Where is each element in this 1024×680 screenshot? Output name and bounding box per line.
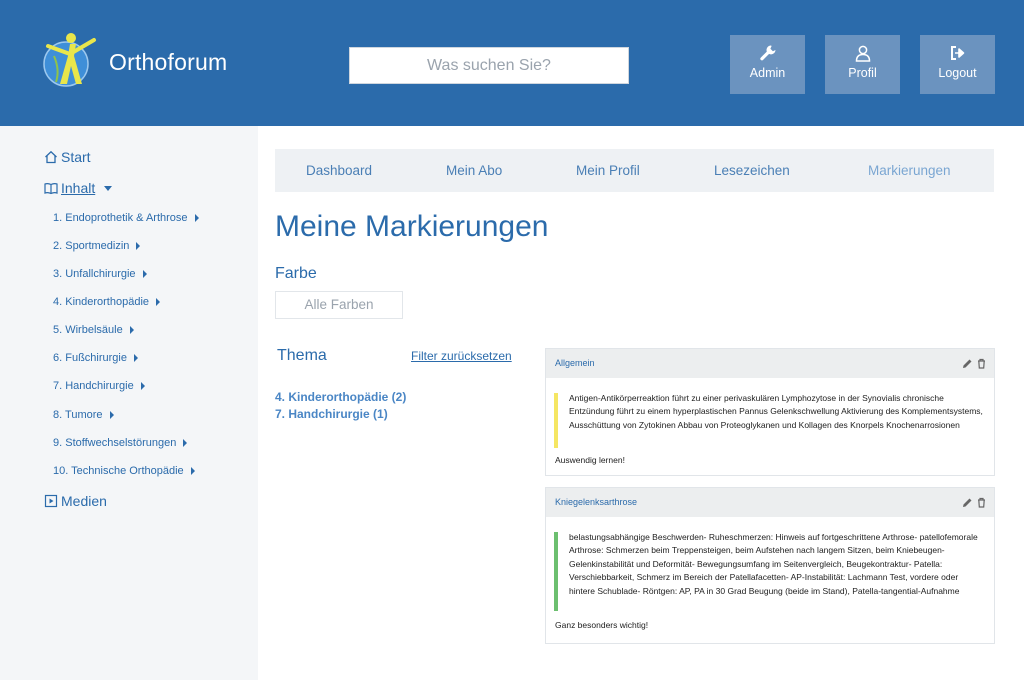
trash-icon[interactable] (976, 358, 987, 369)
sidebar-item-label: 10. Technische Orthopädie (53, 465, 184, 477)
highlight-color-bar (554, 532, 558, 611)
highlight-card: Allgemein Antigen-Antikörperreaktion füh… (545, 348, 995, 476)
reset-filter-link[interactable]: Filter zurücksetzen (411, 349, 512, 363)
logo-icon (43, 33, 96, 87)
sidebar-item-inhalt[interactable]: Inhalt (44, 180, 113, 196)
sidebar-item-label: 2. Sportmedizin (53, 240, 130, 252)
sidebar: Start Inhalt 1. Endoprothetik & Arthrose… (0, 126, 258, 680)
wrench-icon (759, 45, 775, 61)
tab-lesezeichen[interactable]: Lesezeichen (714, 163, 790, 178)
tab-markierungen[interactable]: Markierungen (868, 163, 951, 178)
caret-right-icon (133, 354, 138, 362)
highlighted-text: belastungsabhängige Beschwerden- Ruhesch… (569, 532, 978, 596)
edit-icon[interactable] (962, 497, 973, 508)
sidebar-item-label: 5. Wirbelsäule (53, 324, 123, 336)
card-category-link[interactable]: Kniegelenksarthrose (555, 497, 637, 507)
caret-down-icon (104, 185, 113, 191)
sidebar-item-label: 7. Handchirurgie (53, 380, 134, 392)
logout-button[interactable]: Logout (920, 35, 995, 94)
theme-link-kinderorthopaedie[interactable]: 4. Kinderorthopädie (2) (275, 390, 406, 404)
logout-label: Logout (938, 66, 977, 80)
sidebar-item-wirbelsaeule[interactable]: 5. Wirbelsäule (53, 324, 134, 336)
header: Orthoforum Was suchen Sie? Admin Profil … (0, 0, 1024, 126)
book-icon (44, 183, 58, 195)
color-filter-label: Farbe (275, 265, 317, 282)
caret-right-icon (109, 411, 114, 419)
profile-button[interactable]: Profil (825, 35, 900, 94)
sidebar-item-label: 9. Stoffwechselstörungen (53, 437, 177, 449)
highlight-card: Kniegelenksarthrose belastungsabhängige … (545, 487, 995, 644)
card-header: Kniegelenksarthrose (546, 488, 994, 517)
caret-right-icon (129, 326, 134, 334)
home-icon (45, 150, 57, 164)
admin-button[interactable]: Admin (730, 35, 805, 94)
profile-label: Profil (848, 66, 877, 80)
sidebar-inhalt-label: Inhalt (61, 180, 96, 196)
sidebar-item-label: 4. Kinderorthopädie (53, 296, 150, 308)
card-header: Allgemein (546, 349, 994, 378)
tab-bar: Dashboard Mein Abo Mein Profil Lesezeich… (275, 149, 994, 192)
brand-name[interactable]: Orthoforum (109, 49, 227, 76)
caret-right-icon (156, 298, 161, 306)
sidebar-item-technische-orthopaedie[interactable]: 10. Technische Orthopädie (53, 465, 195, 477)
search-input[interactable]: Was suchen Sie? (349, 47, 629, 84)
caret-right-icon (190, 467, 195, 475)
sidebar-item-fusschirurgie[interactable]: 6. Fußchirurgie (53, 352, 138, 364)
caret-right-icon (136, 242, 141, 250)
tab-mein-abo[interactable]: Mein Abo (446, 163, 502, 178)
logout-icon (950, 46, 964, 60)
sidebar-item-label: 8. Tumore (53, 409, 103, 421)
trash-icon[interactable] (976, 497, 987, 508)
card-category-link[interactable]: Allgemein (555, 358, 595, 368)
highlight-note: Ganz besonders wichtig! (555, 620, 649, 630)
sidebar-item-label: 6. Fußchirurgie (53, 352, 127, 364)
sidebar-medien-label: Medien (61, 493, 107, 509)
user-icon (855, 45, 870, 62)
theme-filter-label: Thema (277, 347, 327, 364)
sidebar-item-kinderorthopaedie[interactable]: 4. Kinderorthopädie (53, 296, 161, 308)
theme-link-handchirurgie[interactable]: 7. Handchirurgie (1) (275, 407, 388, 421)
highlight-note: Auswendig lernen! (555, 455, 625, 465)
highlight-color-bar (554, 393, 558, 448)
sidebar-item-start[interactable]: Start (44, 149, 91, 165)
sidebar-item-tumore[interactable]: 8. Tumore (53, 409, 114, 421)
page-title: Meine Markierungen (275, 210, 549, 243)
admin-label: Admin (749, 66, 786, 80)
caret-right-icon (194, 214, 199, 222)
caret-right-icon (140, 382, 145, 390)
caret-right-icon (183, 439, 188, 447)
sidebar-item-handchirurgie[interactable]: 7. Handchirurgie (53, 380, 145, 392)
tab-dashboard[interactable]: Dashboard (306, 163, 372, 178)
play-icon (44, 494, 58, 508)
sidebar-start-label: Start (61, 149, 91, 165)
sidebar-item-endoprothetik[interactable]: 1. Endoprothetik & Arthrose (53, 212, 199, 224)
sidebar-item-sportmedizin[interactable]: 2. Sportmedizin (53, 240, 141, 252)
highlighted-text: Antigen-Antikörperreaktion führt zu eine… (569, 393, 983, 430)
sidebar-item-stoffwechsel[interactable]: 9. Stoffwechselstörungen (53, 437, 188, 449)
color-filter-select[interactable]: Alle Farben (275, 291, 403, 319)
edit-icon[interactable] (962, 358, 973, 369)
sidebar-item-medien[interactable]: Medien (44, 493, 107, 509)
sidebar-item-label: 3. Unfallchirurgie (53, 268, 136, 280)
caret-right-icon (142, 270, 147, 278)
sidebar-item-unfallchirurgie[interactable]: 3. Unfallchirurgie (53, 268, 147, 280)
tab-mein-profil[interactable]: Mein Profil (576, 163, 640, 178)
sidebar-item-label: 1. Endoprothetik & Arthrose (53, 212, 188, 224)
